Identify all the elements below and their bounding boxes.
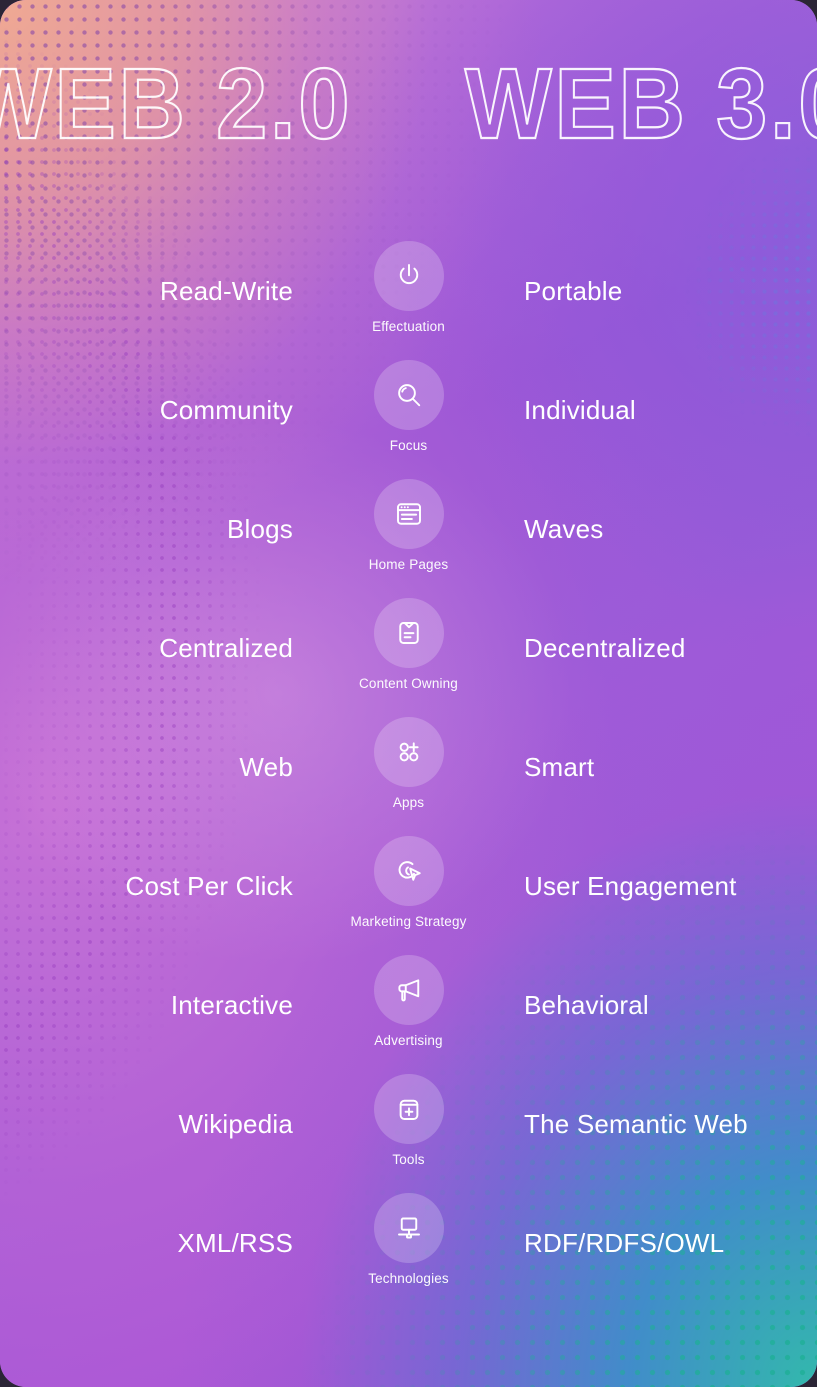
title-web-2: WEB 2.0 — [0, 48, 353, 160]
comparison-rows: Read-Write Effectuation Portable Communi… — [0, 232, 817, 1303]
comparison-row: Wikipedia Tools The Semantic Web — [0, 1065, 817, 1184]
icon-circle[interactable] — [373, 1074, 444, 1144]
comparison-row: Cost Per Click Marketing Strategy User E… — [0, 827, 817, 946]
title-row: WEB 2.0 WEB 3.0 — [0, 48, 817, 160]
center-caption: Effectuation — [372, 319, 445, 334]
web3-label: User Engagement — [524, 871, 737, 901]
comparison-row: Web Apps Smart — [0, 708, 817, 827]
icon-circle[interactable] — [373, 836, 444, 906]
web3-label: Smart — [524, 752, 595, 782]
web3-label: Portable — [524, 276, 623, 306]
icon-circle[interactable] — [373, 955, 444, 1025]
web3-label: The Semantic Web — [524, 1109, 748, 1139]
icon-circle[interactable] — [373, 360, 444, 430]
center-caption: Marketing Strategy — [350, 914, 467, 929]
center-caption: Home Pages — [368, 557, 449, 572]
center-caption: Technologies — [368, 1271, 449, 1286]
search-icon — [397, 384, 420, 407]
apps-grid-plus-icon — [399, 742, 419, 762]
clipboard-icon — [398, 622, 419, 644]
center-caption: Tools — [392, 1152, 425, 1167]
web3-label: Waves — [524, 514, 604, 544]
web3-label: RDF/RDFS/OWL — [524, 1228, 725, 1258]
comparison-row: XML/RSS Technologies RDF/RDFS/OWL — [0, 1184, 817, 1303]
browser-window-icon — [396, 503, 421, 525]
center-caption: Content Owning — [359, 676, 458, 691]
icon-circle[interactable] — [373, 598, 444, 668]
poster-content: WEB 2.0 WEB 3.0 Read-Write Effectuation … — [0, 0, 817, 1387]
comparison-row: Blogs Home Pages Waves — [0, 470, 817, 589]
web3-label: Individual — [524, 395, 636, 425]
megaphone-icon — [397, 979, 419, 1002]
comparison-row: Read-Write Effectuation Portable — [0, 232, 817, 351]
icon-circle[interactable] — [373, 1193, 444, 1263]
icon-circle[interactable] — [373, 717, 444, 787]
center-caption: Focus — [389, 438, 428, 453]
infographic-poster: WEB 2.0 WEB 3.0 Read-Write Effectuation … — [0, 0, 817, 1387]
comparison-row: Centralized Content Owning Decentralized — [0, 589, 817, 708]
comparison-row: Community Focus Individual — [0, 351, 817, 470]
title-web-3: WEB 3.0 — [463, 48, 817, 160]
power-icon — [399, 264, 418, 285]
web3-label: Behavioral — [524, 990, 649, 1020]
comparison-row: Interactive Advertising Behavioral — [0, 946, 817, 1065]
web3-label: Decentralized — [524, 633, 686, 663]
monitor-network-icon — [397, 1217, 420, 1239]
center-caption: Advertising — [374, 1033, 443, 1048]
cursor-click-icon — [398, 861, 421, 881]
toolbox-plus-icon — [399, 1099, 418, 1120]
center-caption: Apps — [392, 795, 425, 810]
icon-circle[interactable] — [373, 241, 444, 311]
icon-circle[interactable] — [373, 479, 444, 549]
